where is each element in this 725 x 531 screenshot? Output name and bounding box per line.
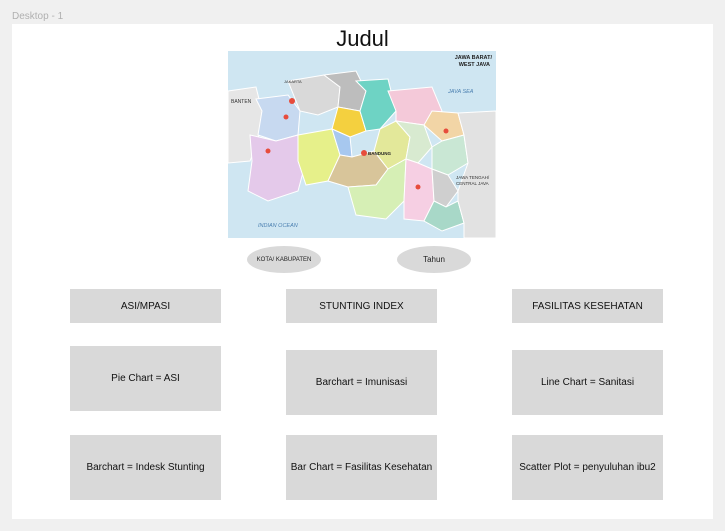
map-city-marker [289,98,295,104]
map-city-marker [443,128,449,134]
chart-placeholder-bar-indesk-stunting: Barchart = Indesk Stunting [70,435,221,500]
chart-placeholder-scatter-penyuluhan: Scatter Plot = penyuluhan ibu2 [512,435,663,500]
map-bandung-label: BANDUNG [368,151,391,156]
map-city-marker [361,150,367,156]
category-stunting-index[interactable]: STUNTING INDEX [286,289,437,323]
map-sea-label: JAVA SEA [447,89,474,95]
map-central-java-line-1: JAWA TENGAH/ [456,175,490,180]
map-city-marker [415,184,421,190]
chart-placeholder-bar-fasilitas-kesehatan: Bar Chart = Fasilitas Kesehatan [286,435,437,500]
desktop-frame: Judul JAWA BARAT/ WEST JAVA JAVA SEA IND… [12,24,713,519]
map-title-line-2: WEST JAVA [459,62,490,68]
map-jakarta-label: JAKARTA [284,79,302,84]
kota-kabupaten-filter-button[interactable]: KOTA/ KABUPATEN [247,246,321,273]
map-banten-label: BANTEN [231,99,252,105]
chart-placeholder-bar-imunisasi: Barchart = Imunisasi [286,350,437,415]
map-city-marker [265,148,271,154]
category-asi-mpasi[interactable]: ASI/MPASI [70,289,221,323]
map-ocean-label: INDIAN OCEAN [258,223,298,229]
map-region-sukabumi [247,134,307,202]
map-image: JAWA BARAT/ WEST JAVA JAVA SEA INDIAN OC… [228,51,496,238]
frame-label: Desktop - 1 [12,11,64,22]
west-java-map: JAWA BARAT/ WEST JAVA JAVA SEA INDIAN OC… [228,51,496,238]
map-central-java-line-2: CENTRAL JAVA [456,181,489,186]
map-title-line-1: JAWA BARAT/ [455,55,493,61]
map-city-marker [283,114,289,120]
chart-placeholder-line-sanitasi: Line Chart = Sanitasi [512,350,663,415]
chart-placeholder-pie-asi: Pie Chart = ASI [70,346,221,411]
category-fasilitas-kesehatan[interactable]: FASILITAS KESEHATAN [512,289,663,323]
page-title: Judul [336,26,389,51]
tahun-filter-button[interactable]: Tahun [397,246,471,273]
